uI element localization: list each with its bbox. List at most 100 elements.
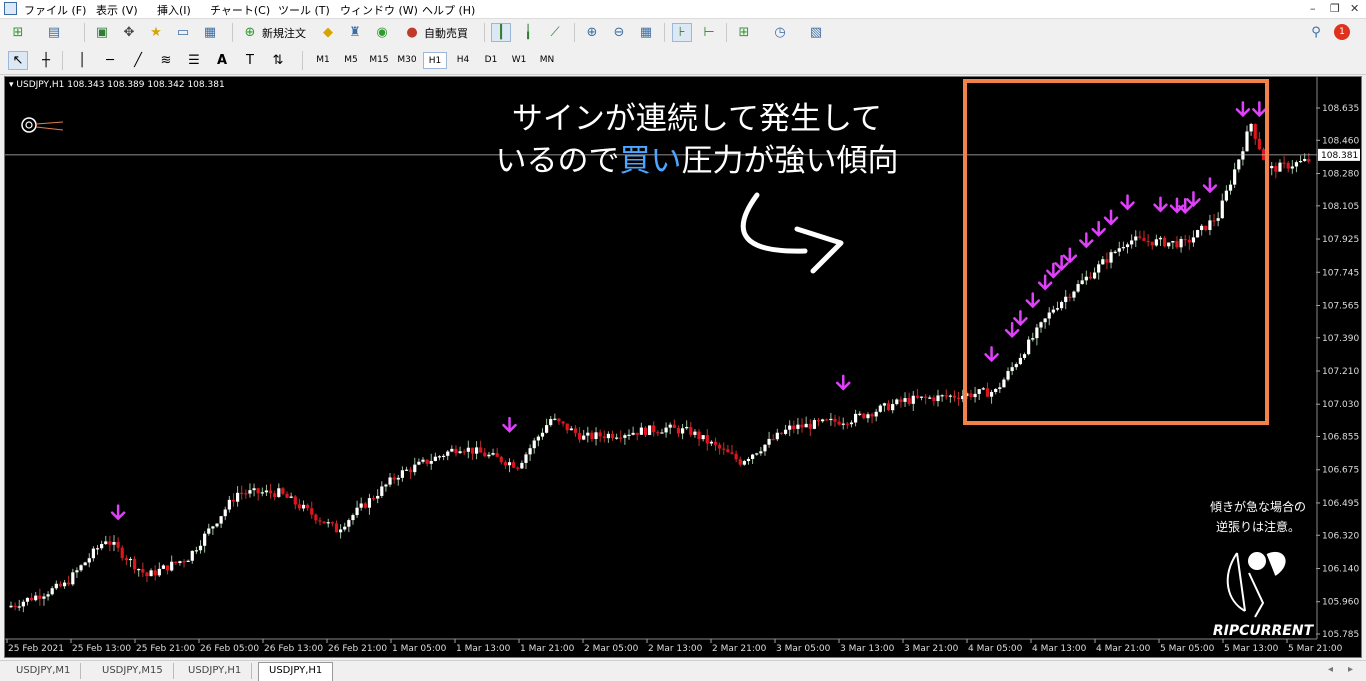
notification-badge[interactable]: 1 (1334, 24, 1350, 40)
candle-body (1303, 159, 1307, 161)
price-chart[interactable]: 108.635 108.460 108.280 108.105 107.925 107.7… (5, 77, 1361, 657)
trendline-icon[interactable]: ╱ (128, 51, 148, 70)
tile-windows-icon[interactable]: ▦ (636, 23, 656, 42)
candle-body (149, 570, 153, 577)
candle-body (738, 459, 742, 465)
templates-icon[interactable]: ▧ (806, 23, 826, 42)
tab-usdjpy-m15[interactable]: USDJPY,M15 (92, 663, 174, 679)
chart-window[interactable]: ▾ USDJPY,H1 108.343 108.389 108.342 108.… (4, 76, 1362, 658)
menu-chart[interactable]: チャート(C) (210, 2, 270, 18)
candle-body (726, 449, 730, 453)
new-order-button[interactable]: 新規注文 (262, 25, 306, 41)
candle-body (25, 597, 30, 602)
zoom-out-icon[interactable]: ⊖ (609, 23, 629, 42)
candle-body (792, 425, 796, 429)
time-label: 25 Feb 13:00 (72, 644, 131, 654)
navigator-icon[interactable]: ★ (146, 23, 166, 42)
candle-body (1146, 240, 1150, 243)
periods-icon[interactable]: ◷ (770, 23, 790, 42)
tab-usdjpy-h1-b[interactable]: USDJPY,H1 (258, 662, 334, 681)
candle-body (355, 507, 359, 516)
zoom-in-icon[interactable]: ⊕ (582, 23, 602, 42)
auto-scroll-icon[interactable]: ⊦ (672, 23, 692, 42)
timeframe-w1[interactable]: W1 (507, 52, 531, 69)
candle-body (1286, 162, 1290, 169)
candle-body (763, 444, 767, 452)
restore-button[interactable]: ❐ (1330, 2, 1340, 15)
market-watch-icon[interactable]: ▣ (92, 23, 112, 42)
menu-insert[interactable]: 挿入(I) (157, 2, 191, 18)
candle-body (450, 448, 454, 452)
bar-chart-icon[interactable]: ┃ (491, 23, 511, 42)
candle-body (829, 418, 833, 421)
candle-body (83, 562, 87, 566)
timeframe-h4[interactable]: H4 (451, 52, 475, 69)
auto-trading-button[interactable]: 自動売買 (424, 25, 468, 41)
indicators-icon[interactable]: ⊞ (734, 23, 754, 42)
strategy-tester-icon[interactable]: ▦ (200, 23, 220, 42)
equidistant-channel-icon[interactable]: ≋ (156, 51, 176, 70)
candle-body (256, 488, 260, 494)
metaeditor-icon[interactable]: ◆ (318, 23, 338, 42)
candle-body (705, 435, 709, 444)
candle-body (606, 433, 610, 439)
menu-file[interactable]: ファイル (F) (24, 2, 86, 18)
tab-usdjpy-h1-a[interactable]: USDJPY,H1 (178, 663, 253, 679)
close-button[interactable]: ✕ (1350, 2, 1359, 15)
profiles-icon[interactable]: ▤ (44, 23, 64, 42)
candlestick-icon[interactable]: ╽ (518, 23, 538, 42)
new-order-icon[interactable]: ⊕ (240, 23, 260, 42)
toolbar-separator (726, 23, 727, 42)
horizontal-line-icon[interactable]: ─ (100, 51, 120, 70)
fibonacci-icon[interactable]: ☰ (184, 51, 204, 70)
menu-window[interactable]: ウィンドウ (W) (340, 2, 418, 18)
data-window-icon[interactable]: ✥ (119, 23, 139, 42)
vertical-line-icon[interactable]: │ (72, 51, 92, 70)
timeframe-m15[interactable]: M15 (367, 52, 391, 69)
timeframe-m30[interactable]: M30 (395, 52, 419, 69)
price-label: 106.675 (1322, 466, 1359, 476)
candle-body (1270, 166, 1274, 169)
candle-body (474, 447, 479, 454)
candle-body (318, 520, 322, 522)
timeframe-m1[interactable]: M1 (311, 52, 335, 69)
timeframe-mn[interactable]: MN (535, 52, 559, 69)
candle-body (1191, 237, 1196, 243)
candle-body (952, 395, 957, 398)
scroll-left-icon[interactable]: ◂ (1328, 664, 1333, 675)
crosshair-icon[interactable]: ┼ (36, 51, 56, 70)
market-icon[interactable]: ◉ (372, 23, 392, 42)
auto-trading-icon[interactable]: ● (402, 23, 422, 42)
terminal-icon[interactable]: ▭ (173, 23, 193, 42)
timeframe-h1[interactable]: H1 (423, 52, 447, 69)
text-label-icon[interactable]: T (240, 51, 260, 70)
new-chart-icon[interactable]: ⊞ (8, 23, 28, 42)
candle-body (67, 582, 71, 585)
expert-advisor-icon (21, 117, 64, 133)
candle-body (479, 447, 483, 453)
candle-body (516, 467, 520, 469)
menu-help[interactable]: ヘルプ (H) (422, 2, 475, 18)
candle-body (359, 503, 363, 508)
line-chart-icon[interactable]: ⟋ (545, 23, 565, 42)
menu-tools[interactable]: ツール (T) (278, 2, 330, 18)
cursor-icon[interactable]: ↖ (8, 51, 28, 70)
candle-body (178, 561, 182, 563)
candle-body (643, 427, 648, 435)
menu-view[interactable]: 表示 (V) (96, 2, 138, 18)
signals-icon[interactable]: ♜ (345, 23, 365, 42)
candle-body (1031, 338, 1035, 340)
arrows-icon[interactable]: ⇅ (268, 51, 288, 70)
tab-usdjpy-m1[interactable]: USDJPY,M1 (6, 663, 82, 679)
candle-body (742, 461, 746, 465)
candle-body (75, 570, 79, 573)
minimize-button[interactable]: – (1310, 2, 1316, 15)
timeframe-d1[interactable]: D1 (479, 52, 503, 69)
search-icon[interactable]: ⚲ (1306, 23, 1326, 42)
timeframe-m5[interactable]: M5 (339, 52, 363, 69)
price-label: 106.495 (1322, 499, 1359, 509)
candle-body (1298, 160, 1303, 163)
text-icon[interactable]: A (212, 51, 232, 70)
scroll-right-icon[interactable]: ▸ (1348, 664, 1353, 675)
chart-shift-icon[interactable]: ⊢ (699, 23, 719, 42)
